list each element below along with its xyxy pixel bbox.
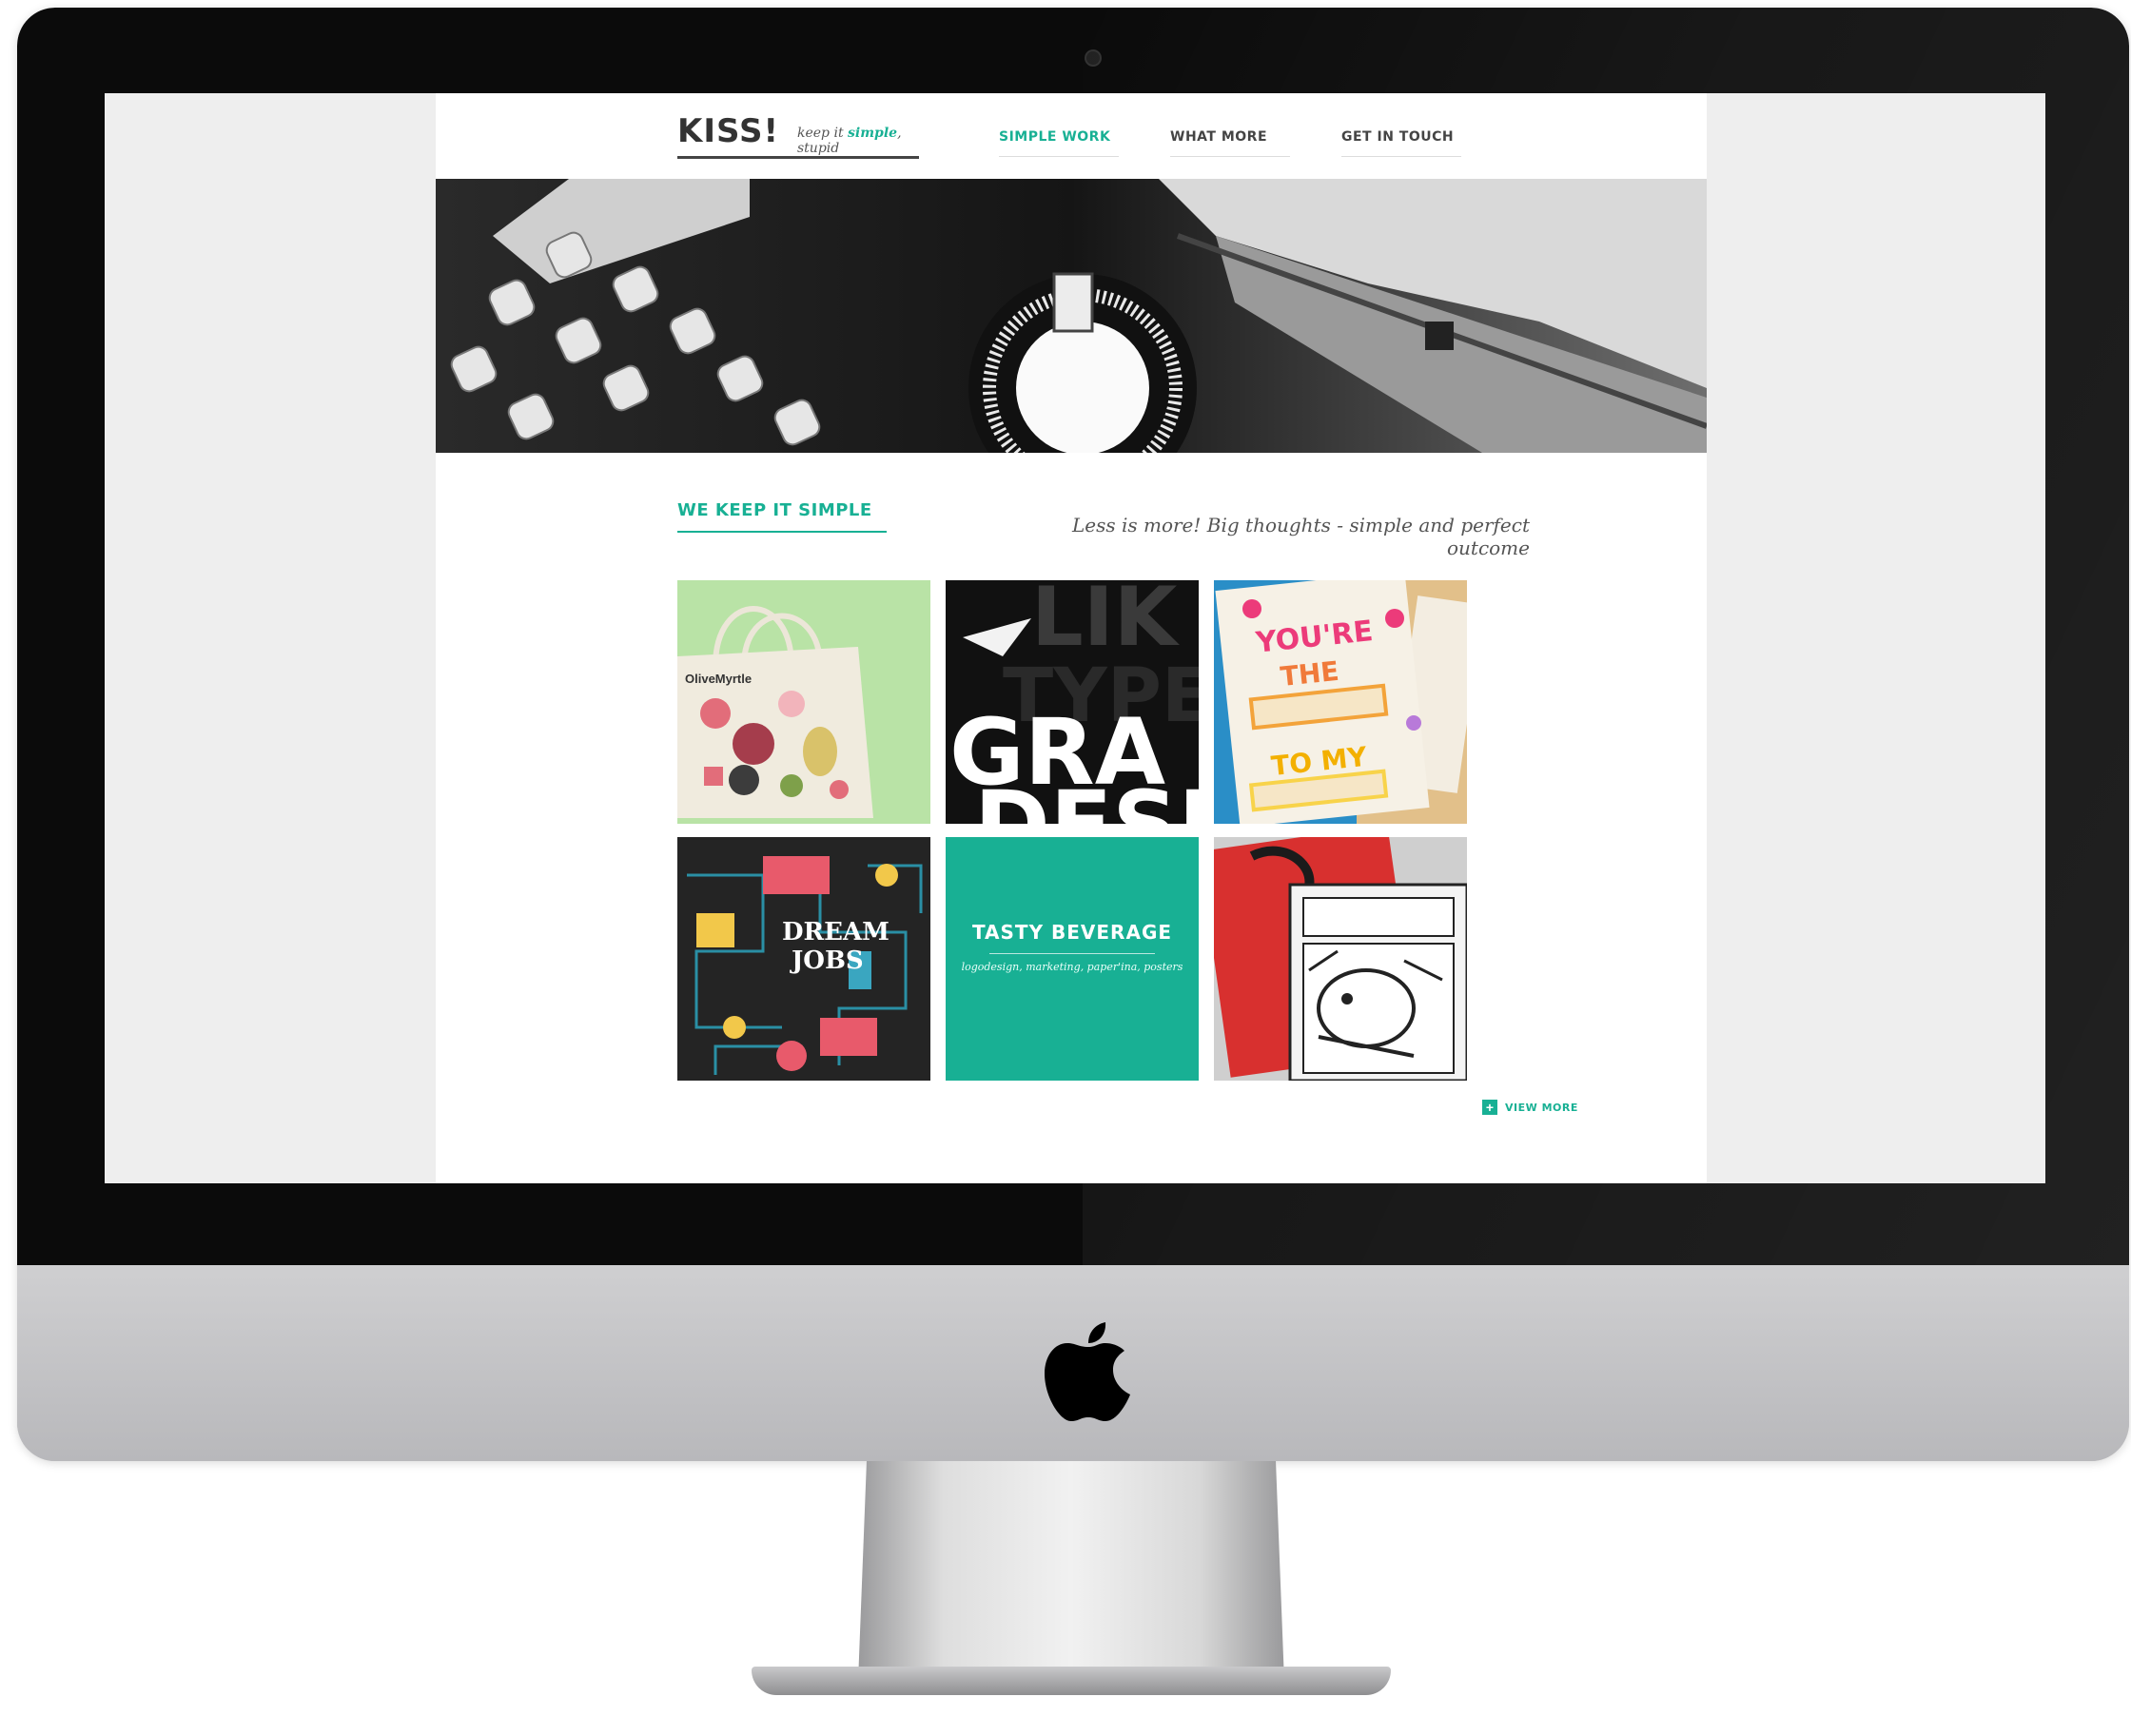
section-title: WE KEEP IT SIMPLE bbox=[677, 500, 887, 533]
logo-mark: KISS! bbox=[677, 112, 779, 150]
camera-icon bbox=[1085, 49, 1102, 67]
plus-icon: + bbox=[1482, 1100, 1497, 1115]
tile-text-dream: DREAM bbox=[782, 918, 890, 946]
nav-simple-work[interactable]: SIMPLE WORK bbox=[999, 129, 1119, 157]
imac-stand-base bbox=[752, 1667, 1391, 1695]
portfolio-tile-dream-jobs[interactable]: DREAM JOBS bbox=[677, 837, 930, 1081]
nav-get-in-touch[interactable]: GET IN TOUCH bbox=[1341, 129, 1461, 157]
site-logo[interactable]: KISS! keep it simple, stupid bbox=[677, 112, 919, 159]
view-more-label: VIEW MORE bbox=[1505, 1102, 1578, 1114]
screen: KISS! keep it simple, stupid SIMPLE WORK… bbox=[105, 93, 2045, 1183]
card-text-the: THE bbox=[1279, 655, 1340, 692]
logo-tagline: keep it simple, stupid bbox=[797, 126, 902, 156]
tile-title: TASTY BEVERAGE bbox=[971, 921, 1173, 944]
portfolio-tile-letterpress[interactable]: YOU'RE THE TO MY bbox=[1214, 580, 1467, 824]
section-tagline: Less is more! Big thoughts - simple and … bbox=[1071, 514, 1530, 559]
nav-what-more[interactable]: WHAT MORE bbox=[1170, 129, 1290, 157]
tote-brand-text: OliveMyrtle bbox=[685, 672, 752, 686]
imac-stand-neck bbox=[858, 1461, 1284, 1682]
apple-logo-icon bbox=[1045, 1322, 1130, 1421]
portfolio-tile-typography[interactable]: LIK TYPE GRA DESI bbox=[946, 580, 1199, 824]
tile-text-desi: DESI bbox=[974, 771, 1199, 824]
portfolio-tile-tasty-beverage[interactable]: TASTY BEVERAGE logodesign, marketing, pa… bbox=[946, 837, 1199, 1081]
hero-typewriter-image bbox=[436, 179, 1707, 453]
web-page: KISS! keep it simple, stupid SIMPLE WORK… bbox=[436, 93, 1707, 1183]
tile-text-lik: LIK bbox=[1031, 580, 1181, 665]
tile-text-jobs: JOBS bbox=[790, 946, 864, 975]
tile-divider bbox=[989, 953, 1155, 954]
tile-subtitle: logodesign, marketing, paper'ina, poster… bbox=[961, 961, 1183, 973]
portfolio-tile-tote-bag[interactable]: OliveMyrtle bbox=[677, 580, 930, 824]
portfolio-tile-comic-zine[interactable] bbox=[1214, 837, 1467, 1081]
